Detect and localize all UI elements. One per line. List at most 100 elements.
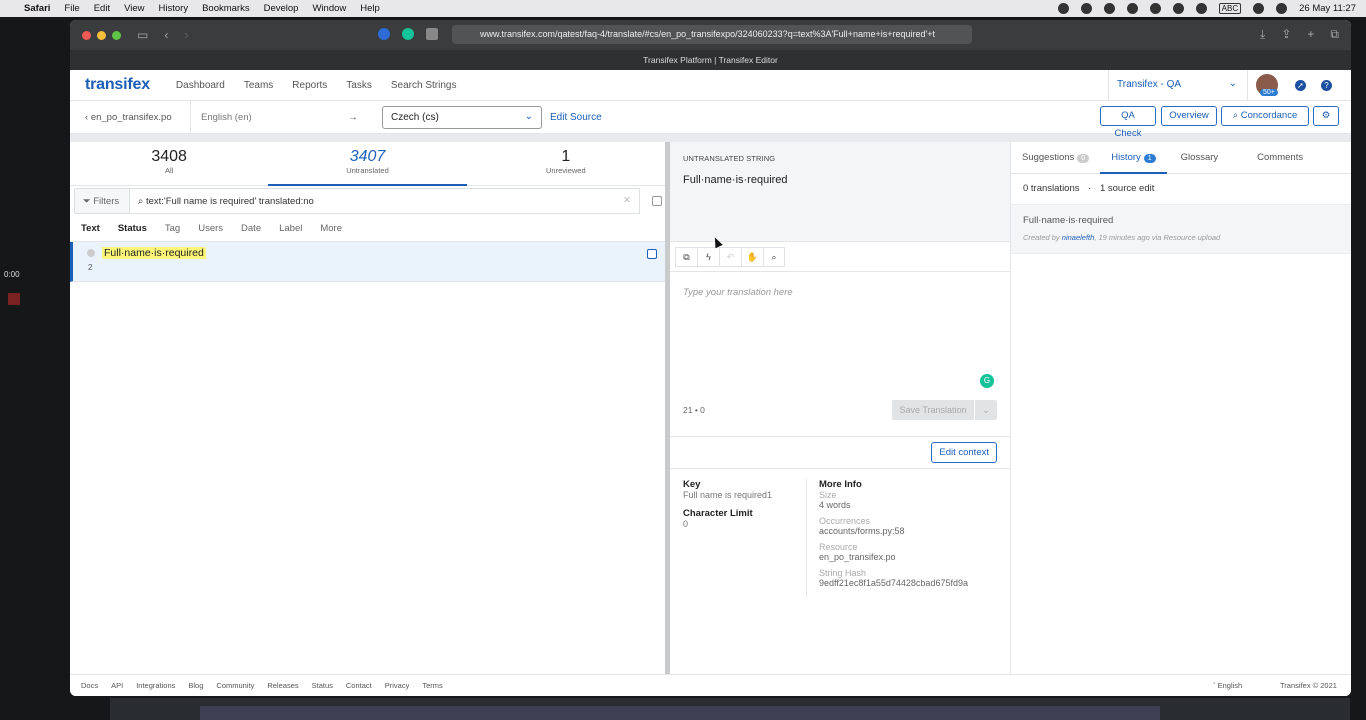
input-source-indicator[interactable]: ABC <box>1218 3 1242 14</box>
back-icon[interactable]: ‹ <box>164 28 168 42</box>
control-center-icon[interactable] <box>1276 3 1288 14</box>
privacy-shield-icon[interactable] <box>426 28 438 40</box>
tab-history[interactable]: History 1 <box>1100 142 1168 174</box>
undo-icon[interactable]: ↶ <box>719 246 741 267</box>
target-language-select[interactable]: Czech (cs) ⌄ <box>382 105 542 129</box>
nav-teams[interactable]: Teams <box>244 80 273 91</box>
footer-link-blog[interactable]: Blog <box>188 681 203 690</box>
resource-breadcrumb[interactable]: ‹ en_po_transifex.po <box>70 112 190 123</box>
onepassword-extension-icon[interactable] <box>378 28 390 40</box>
copy-source-icon[interactable]: ⧉ <box>675 246 697 267</box>
menu-app[interactable]: Safari <box>24 3 50 14</box>
concordance-button[interactable]: ⌕ Concordance <box>1221 106 1309 126</box>
menu-history[interactable]: History <box>159 3 189 14</box>
filters-button[interactable]: ⏷ Filters <box>74 188 130 214</box>
compass-icon[interactable]: ➚ <box>1295 80 1306 91</box>
column-tag[interactable]: Tag <box>165 223 180 234</box>
creative-cloud-icon[interactable] <box>1149 3 1161 14</box>
stat-all[interactable]: 3408 All <box>70 142 268 185</box>
tab-suggestions[interactable]: Suggestions 0 <box>1011 142 1100 174</box>
edit-context-button[interactable]: Edit context <box>931 442 997 463</box>
menu-bookmarks[interactable]: Bookmarks <box>202 3 250 14</box>
menu-edit[interactable]: Edit <box>94 3 110 14</box>
column-label[interactable]: Label <box>279 223 302 234</box>
footer-link-integrations[interactable]: Integrations <box>136 681 175 690</box>
footer-link-docs[interactable]: Docs <box>81 681 98 690</box>
address-bar[interactable]: www.transifex.com/qatest/faq-4/translate… <box>452 25 972 44</box>
save-translation-button[interactable]: Save Translation <box>892 400 974 420</box>
column-status[interactable]: Status <box>118 223 147 234</box>
overview-button[interactable]: Overview <box>1161 106 1217 126</box>
history-user-link[interactable]: ninaelefth <box>1062 233 1095 242</box>
wifi-icon[interactable] <box>1253 3 1265 14</box>
search-query: text:'Full name is required' translated:… <box>145 196 314 207</box>
tab-comments[interactable]: Comments <box>1229 142 1314 174</box>
size-value: 4 words <box>819 500 851 510</box>
chevron-down-icon[interactable]: ⌄ <box>975 400 997 420</box>
string-list-item[interactable]: Full·name·is·required 2 <box>70 242 665 282</box>
search-input[interactable]: ⌕ text:'Full name is required' translate… <box>130 188 640 214</box>
menubar-clock[interactable]: 26 May 11:27 <box>1299 3 1356 14</box>
footer-link-community[interactable]: Community <box>216 681 254 690</box>
new-tab-icon[interactable]: + <box>1307 27 1314 42</box>
tab-overview-icon[interactable]: ⧉ <box>1330 27 1339 42</box>
skype-icon[interactable] <box>1080 3 1092 14</box>
settings-button[interactable]: ⚙ <box>1313 106 1339 126</box>
project-selector[interactable]: Transifex - QA ⌄ <box>1108 70 1248 101</box>
select-all-checkbox[interactable] <box>652 196 662 206</box>
forward-icon[interactable]: › <box>184 28 188 42</box>
status-icon[interactable] <box>1057 3 1069 14</box>
nav-reports[interactable]: Reports <box>292 80 327 91</box>
user-avatar[interactable]: 50+ <box>1256 74 1278 96</box>
stat-unreviewed[interactable]: 1 Unreviewed <box>467 142 665 185</box>
hand-icon[interactable]: ✋ <box>741 246 763 267</box>
string-checkbox[interactable] <box>647 249 657 259</box>
menu-window[interactable]: Window <box>312 3 346 14</box>
history-summary: 0 translations · 1 source edit <box>1011 174 1351 204</box>
nav-search-strings[interactable]: Search Strings <box>391 80 457 91</box>
column-date[interactable]: Date <box>241 223 261 234</box>
footer-link-status[interactable]: Status <box>312 681 333 690</box>
vpn-icon[interactable] <box>1126 3 1138 14</box>
side-panel-tabs: Suggestions 0 History 1 Glossary Comments <box>1011 142 1351 174</box>
downloads-icon[interactable]: ⤓ <box>1260 27 1265 42</box>
share-icon[interactable]: ⇪ <box>1281 27 1291 42</box>
close-window-icon[interactable] <box>82 30 91 40</box>
menu-view[interactable]: View <box>124 3 144 14</box>
mail-icon[interactable] <box>1195 3 1207 14</box>
password-manager-icon[interactable] <box>1172 3 1184 14</box>
column-text[interactable]: Text <box>81 223 100 234</box>
transifex-logo[interactable]: transifex <box>85 76 150 94</box>
footer-link-contact[interactable]: Contact <box>346 681 372 690</box>
footer-link-api[interactable]: API <box>111 681 123 690</box>
menu-develop[interactable]: Develop <box>264 3 299 14</box>
column-users[interactable]: Users <box>198 223 223 234</box>
menu-help[interactable]: Help <box>360 3 380 14</box>
column-more[interactable]: More <box>320 223 342 234</box>
footer-language-select[interactable]: ˇ English <box>1213 681 1242 690</box>
footer-link-terms[interactable]: Terms <box>422 681 442 690</box>
edit-source-link[interactable]: Edit Source <box>550 112 602 123</box>
display-icon[interactable] <box>1103 3 1115 14</box>
grammarly-icon[interactable]: G <box>980 374 994 388</box>
sidebar-toggle-icon[interactable]: ▭ <box>137 28 148 42</box>
menu-file[interactable]: File <box>64 3 79 14</box>
clear-search-icon[interactable]: ✕ <box>623 195 631 206</box>
nav-tasks[interactable]: Tasks <box>346 80 372 91</box>
stop-recording-icon[interactable] <box>8 293 20 305</box>
context-row: Edit context <box>670 437 1010 469</box>
footer-link-privacy[interactable]: Privacy <box>385 681 410 690</box>
minimize-window-icon[interactable] <box>97 30 106 40</box>
stat-untranslated[interactable]: 3407 Untranslated <box>268 142 467 186</box>
search-replace-icon[interactable]: ⌕ <box>763 246 785 267</box>
zoom-window-icon[interactable] <box>112 30 121 40</box>
help-icon[interactable]: ? <box>1321 80 1332 91</box>
translation-editor[interactable]: Type your translation here G 21 • 0 Save… <box>670 272 1010 437</box>
nav-dashboard[interactable]: Dashboard <box>176 80 225 91</box>
grammarly-extension-icon[interactable] <box>402 28 414 40</box>
qa-check-button[interactable]: QA Check <box>1100 106 1156 139</box>
footer-link-releases[interactable]: Releases <box>267 681 298 690</box>
tab-glossary[interactable]: Glossary <box>1167 142 1229 174</box>
tab-title[interactable]: Transifex Platform | Transifex Editor <box>70 50 1351 70</box>
lightning-icon[interactable]: ϟ <box>697 246 719 267</box>
